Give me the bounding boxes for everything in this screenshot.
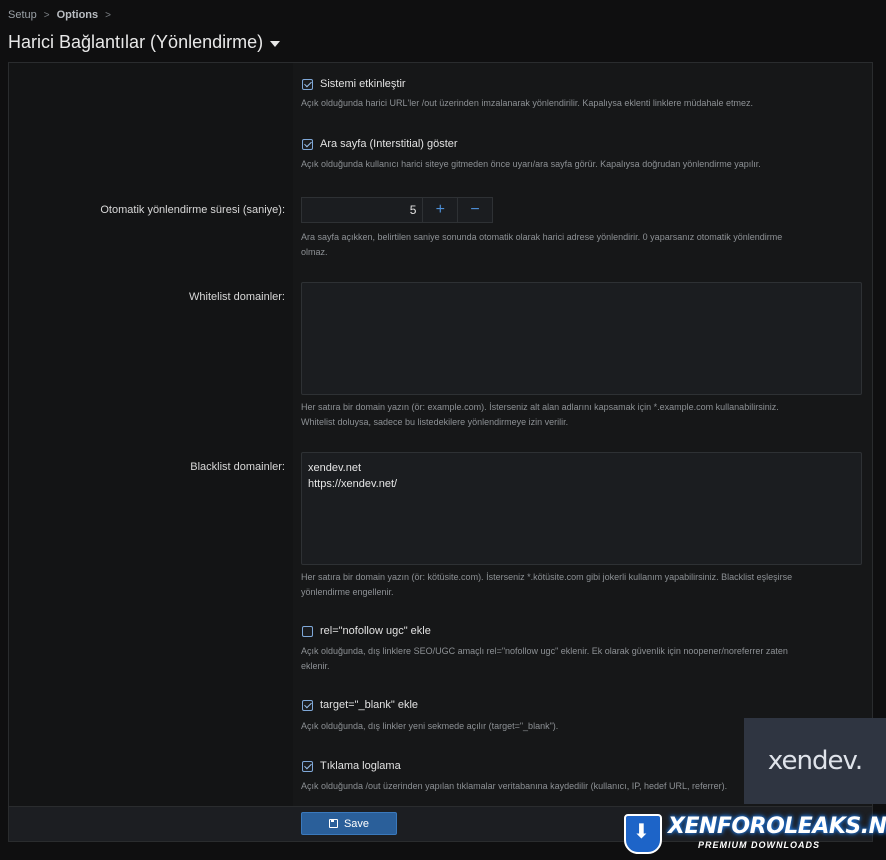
breadcrumb-options[interactable]: Options: [57, 9, 99, 21]
blacklist-hint-line1: Her satıra bir domain yazın (ör: kötüsit…: [301, 572, 793, 582]
nofollow-checkbox[interactable]: [302, 626, 313, 637]
xendev-watermark: xendev.: [744, 718, 886, 804]
save-icon: [328, 819, 338, 828]
options-panel: Sistemi etkinleştir Açık olduğunda haric…: [8, 62, 873, 807]
blacklist-textarea[interactable]: xendev.net https://xendev.net/: [301, 452, 862, 565]
enable-label[interactable]: Sistemi etkinleştir: [320, 78, 406, 90]
interstitial-checkbox[interactable]: [302, 139, 313, 150]
delay-label: Otomatik yönlendirme süresi (saniye):: [100, 204, 285, 216]
download-shield-icon: [624, 814, 662, 854]
xenforoleaks-watermark: XENFOROLEAKS.NET PREMIUM DOWNLOADS: [622, 812, 886, 858]
enable-hint: Açık olduğunda harici URL'ler /out üzeri…: [301, 98, 753, 108]
chevron-right-icon: >: [105, 9, 111, 21]
save-button[interactable]: Save: [301, 812, 397, 835]
caret-down-icon: [270, 40, 281, 47]
blacklist-hint-line2: yönlendirme engellenir.: [301, 587, 394, 597]
xfl-logo-sub: PREMIUM DOWNLOADS: [698, 840, 820, 850]
whitelist-label: Whitelist domainler:: [189, 291, 285, 303]
nofollow-hint-line2: eklenir.: [301, 661, 330, 671]
nofollow-hint-line1: Açık olduğunda, dış linklere SEO/UGC ama…: [301, 646, 788, 656]
whitelist-hint-line2: Whitelist doluysa, sadece bu listedekile…: [301, 417, 569, 427]
whitelist-value: [302, 283, 861, 297]
page-title: Harici Bağlantılar (Yönlendirme): [8, 32, 264, 52]
save-label: Save: [343, 817, 370, 830]
label-column: [9, 63, 293, 807]
target-blank-hint: Açık olduğunda, dış linkler yeni sekmede…: [301, 721, 559, 731]
blacklist-label: Blacklist domainler:: [190, 461, 285, 473]
target-blank-checkbox[interactable]: [302, 700, 313, 711]
delay-hint-line1: Ara sayfa açıkken, belirtilen saniye son…: [301, 232, 783, 242]
blacklist-value: xendev.net https://xendev.net/: [308, 462, 398, 490]
nofollow-label[interactable]: rel="nofollow ugc" ekle: [320, 625, 431, 637]
whitelist-textarea[interactable]: [301, 282, 862, 395]
increase-button[interactable]: +: [422, 198, 457, 222]
enable-checkbox[interactable]: [302, 79, 313, 90]
decrease-button[interactable]: −: [457, 198, 492, 222]
whitelist-hint-line1: Her satıra bir domain yazın (ör: example…: [301, 402, 779, 412]
breadcrumb: Setup > Options >: [8, 9, 118, 21]
page-title-menu[interactable]: Harici Bağlantılar (Yönlendirme): [8, 32, 281, 53]
logging-hint: Açık olduğunda /out üzerinden yapılan tı…: [301, 781, 728, 791]
minus-icon: −: [470, 201, 480, 218]
target-blank-label[interactable]: target="_blank" ekle: [320, 699, 418, 711]
breadcrumb-setup[interactable]: Setup: [8, 9, 37, 21]
delay-input[interactable]: 5: [302, 198, 422, 222]
logging-checkbox[interactable]: [302, 761, 313, 772]
interstitial-hint: Açık olduğunda kullanıcı harici siteye g…: [301, 159, 761, 169]
interstitial-label[interactable]: Ara sayfa (Interstitial) göster: [320, 138, 458, 150]
xendev-logo-text: xendev.: [767, 746, 863, 776]
xfl-logo-name: XENFOROLEAKS.NET: [668, 814, 886, 839]
logging-label[interactable]: Tıklama loglama: [320, 760, 401, 772]
plus-icon: +: [435, 201, 445, 218]
chevron-right-icon: >: [43, 9, 50, 21]
delay-hint-line2: olmaz.: [301, 247, 328, 257]
delay-stepper: 5 + −: [301, 197, 493, 223]
